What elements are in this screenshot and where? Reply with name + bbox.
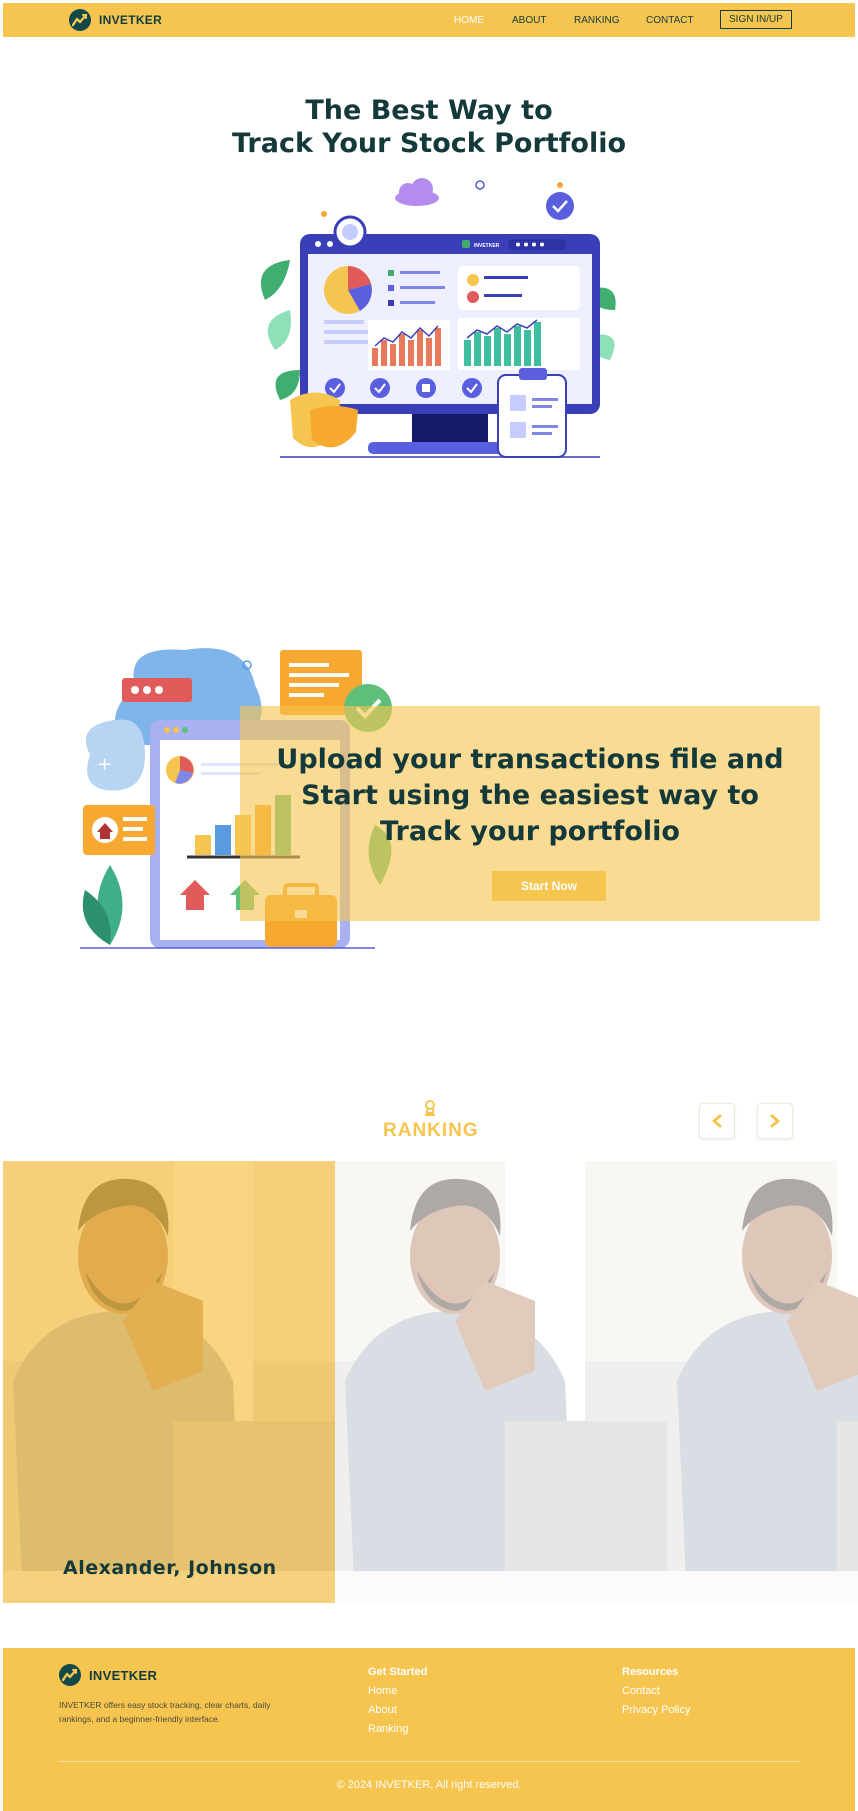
ranking-card[interactable]: Alexander, Johnson — [3, 1161, 335, 1603]
ranking-title: RANKING — [383, 1120, 479, 1141]
footer-column-resources: Resources Contact Privacy Policy — [622, 1666, 690, 1723]
footer-divider — [59, 1761, 800, 1762]
footer: INVETKER INVETKER offers easy stock trac… — [3, 1648, 855, 1811]
hero-title-line1: The Best Way to — [305, 95, 553, 126]
hero-title: The Best Way to Track Your Stock Portfol… — [0, 94, 858, 160]
logo-chart-icon — [59, 1664, 81, 1686]
footer-brand-name: INVETKER — [89, 1667, 158, 1683]
footer-link-home[interactable]: Home — [368, 1685, 427, 1697]
logo-chart-icon — [69, 9, 91, 31]
brand-logo[interactable]: INVETKER — [69, 9, 162, 31]
start-now-button[interactable]: Start Now — [492, 871, 606, 901]
upload-heading: Upload your transactions file and Start … — [240, 742, 820, 850]
nav-about-link[interactable]: ABOUT — [512, 15, 546, 26]
card-fade-overlay — [335, 1161, 667, 1603]
footer-column-get-started: Get Started Home About Ranking — [368, 1666, 427, 1742]
svg-text:+: + — [97, 754, 112, 775]
monitor-brand-label: INVETKER — [474, 243, 500, 249]
card-fade-overlay — [667, 1161, 858, 1603]
ranking-carousel: Alexander, Johnson — [3, 1161, 858, 1603]
nav-home-link[interactable]: HOME — [454, 15, 484, 26]
trophy-icon — [425, 1100, 435, 1116]
ranking-card[interactable] — [335, 1161, 667, 1603]
footer-heading: Get Started — [368, 1666, 428, 1678]
footer-link-about[interactable]: About — [368, 1704, 427, 1716]
footer-brand[interactable]: INVETKER — [59, 1664, 157, 1686]
card-highlight-overlay — [3, 1161, 335, 1603]
sign-in-button[interactable]: SIGN IN/UP — [720, 10, 792, 29]
footer-copyright: © 2024 INVETKER, All right reserved. — [336, 1779, 522, 1791]
footer-description: INVETKER offers easy stock tracking, cle… — [59, 1700, 271, 1724]
ranking-card[interactable] — [667, 1161, 858, 1603]
footer-link-ranking[interactable]: Ranking — [368, 1723, 427, 1735]
top-navbar: INVETKER HOME ABOUT RANKING CONTACT SIGN… — [3, 3, 855, 37]
brand-name: INVETKER — [99, 13, 163, 27]
hero-title-line2: Track Your Stock Portfolio — [231, 128, 627, 159]
nav-ranking-link[interactable]: RANKING — [574, 15, 620, 26]
nav-contact-link[interactable]: CONTACT — [646, 15, 694, 26]
carousel-next-button[interactable] — [757, 1103, 793, 1139]
carousel-prev-button[interactable] — [699, 1103, 735, 1139]
ranking-card-name: Alexander, Johnson — [63, 1557, 277, 1579]
chevron-left-icon — [712, 1114, 722, 1128]
footer-link-contact[interactable]: Contact — [622, 1685, 690, 1697]
hero-dashboard-illustration: INVETKER — [260, 178, 616, 458]
footer-heading: Resources — [622, 1666, 679, 1678]
upload-heading-line3: Track your portfolio — [380, 816, 680, 847]
footer-link-privacy[interactable]: Privacy Policy — [622, 1704, 690, 1716]
upload-heading-line1: Upload your transactions file and — [276, 744, 784, 775]
chevron-right-icon — [770, 1114, 780, 1128]
upload-heading-line2: Start using the easiest way to — [301, 780, 759, 811]
